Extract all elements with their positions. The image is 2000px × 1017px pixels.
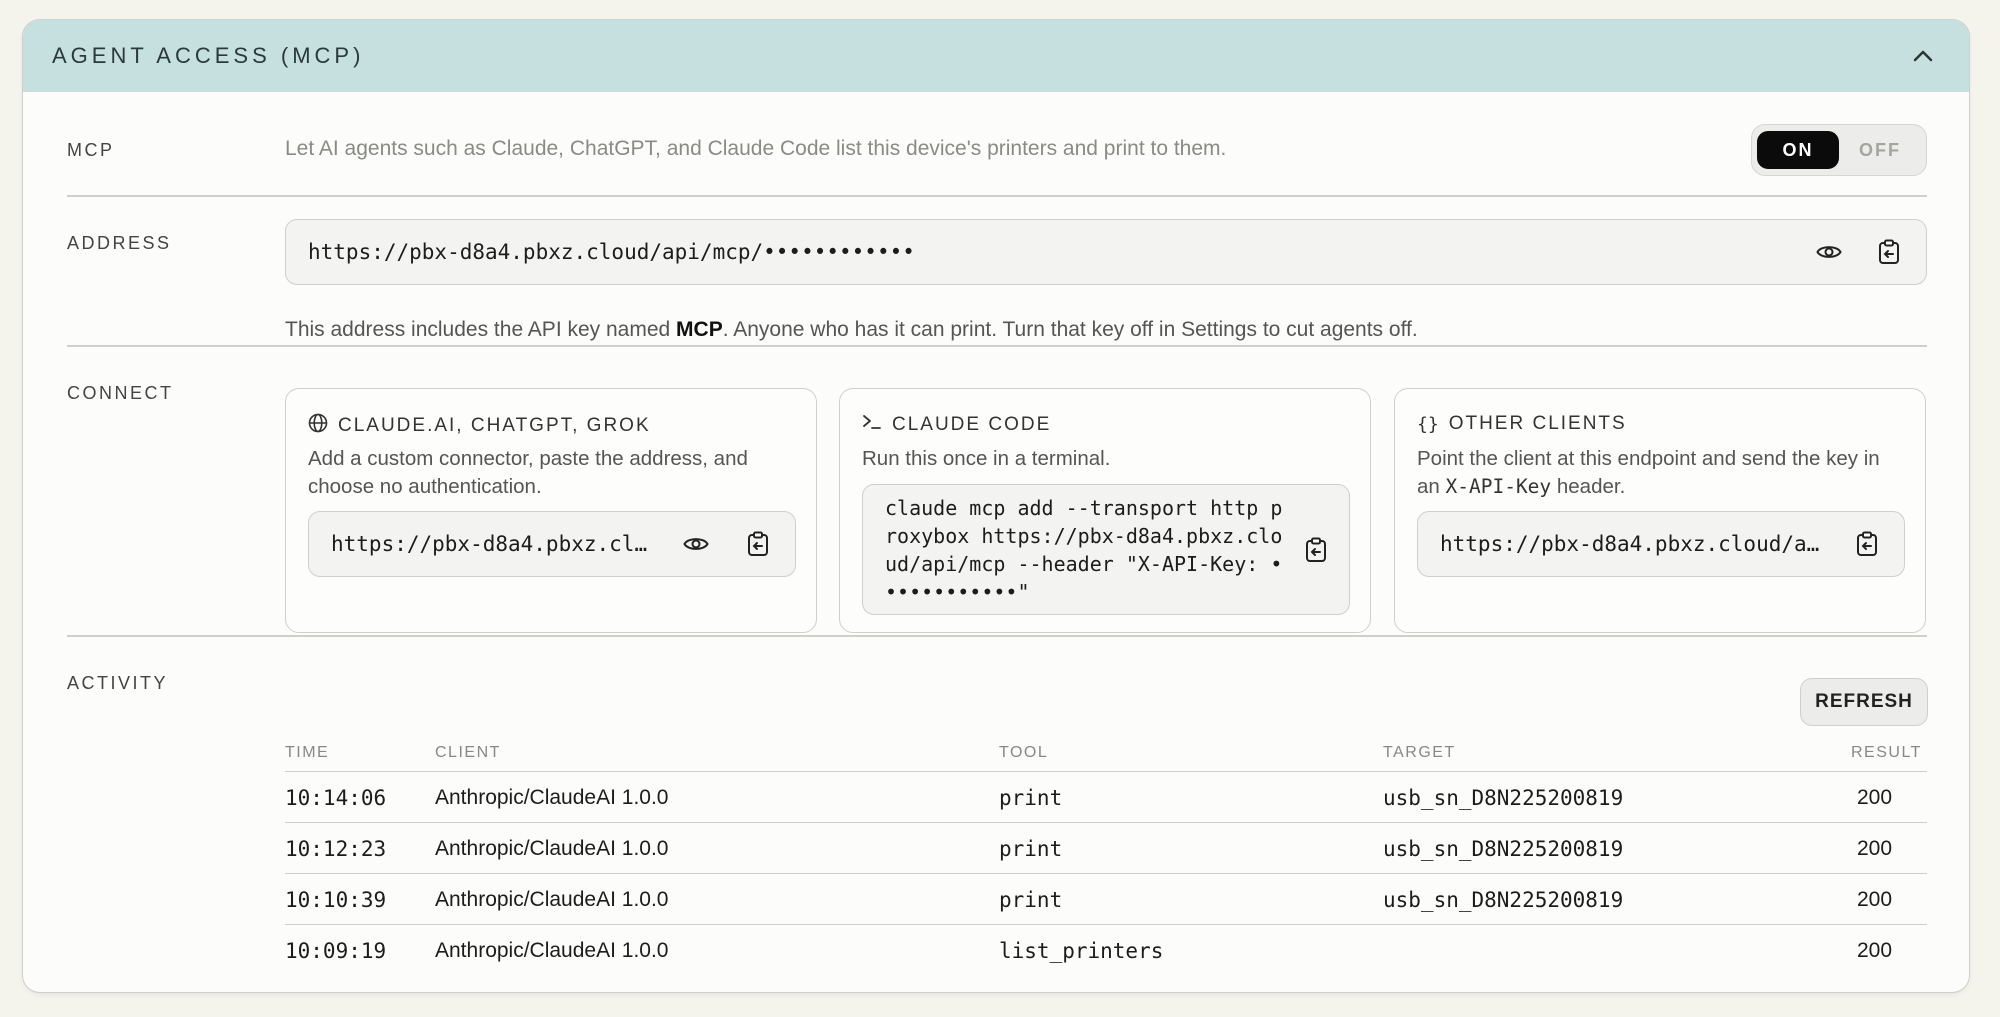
cell-tool: print xyxy=(999,786,1063,810)
copy-icon[interactable] xyxy=(1852,529,1882,559)
copy-icon[interactable] xyxy=(1874,237,1904,267)
card-title: OTHER CLIENTS xyxy=(1448,413,1627,434)
address-note: This address includes the API key named … xyxy=(285,318,1418,342)
address-note-prefix: This address includes the API key named xyxy=(285,318,677,341)
connect-label: CONNECT xyxy=(67,383,174,403)
toggle-on-option[interactable]: ON xyxy=(1757,131,1839,169)
address-note-key: MCP xyxy=(676,318,723,341)
connect-card-web: CLAUDE.AI, CHATGPT, GROK Add a custom co… xyxy=(285,388,817,633)
command-code-block[interactable]: claude mcp add --transport http proxybox… xyxy=(862,484,1350,615)
command-text[interactable]: claude mcp add --transport http proxybox… xyxy=(885,494,1285,606)
activity-table: TIME CLIENT TOOL TARGET RESULT 10:14:06 … xyxy=(285,740,1927,976)
table-header: TIME CLIENT TOOL TARGET RESULT xyxy=(285,740,1927,772)
cell-time: 10:09:19 xyxy=(285,939,387,963)
column-header: RESULT xyxy=(1851,744,1922,761)
refresh-button[interactable]: REFRESH xyxy=(1800,678,1928,726)
endpoint-url-value[interactable]: https://pbx-d8a4.pbxz.cloud/api/mcp xyxy=(1440,532,1828,556)
endpoint-url-field[interactable]: https://pbx-d8a4.pbxz.cloud/api/mcp xyxy=(1417,511,1905,577)
cell-time: 10:14:06 xyxy=(285,786,387,810)
cell-tool: list_printers xyxy=(999,939,1164,963)
address-note-suffix: . Anyone who has it can print. Turn that… xyxy=(722,318,1418,341)
cell-target: usb_sn_D8N225200819 xyxy=(1383,786,1624,810)
eye-icon[interactable] xyxy=(1814,237,1844,267)
cell-target: usb_sn_D8N225200819 xyxy=(1383,837,1624,861)
column-header: CLIENT xyxy=(435,744,501,761)
cell-target: usb_sn_D8N225200819 xyxy=(1383,888,1624,912)
card-title: CLAUDE CODE xyxy=(892,413,1052,435)
card-head: {} OTHER CLIENTS xyxy=(1417,413,1627,435)
connector-url-value[interactable]: https://pbx-d8a4.pbxz.cloud/api/mcp/••••… xyxy=(331,532,657,556)
cell-client: Anthropic/ClaudeAI 1.0.0 xyxy=(435,939,669,962)
copy-icon[interactable] xyxy=(743,529,773,559)
mcp-label: MCP xyxy=(67,140,115,160)
column-header: TOOL xyxy=(999,744,1049,761)
cell-client: Anthropic/ClaudeAI 1.0.0 xyxy=(435,786,669,809)
address-value[interactable]: https://pbx-d8a4.pbxz.cloud/api/mcp/••••… xyxy=(308,240,1814,264)
cell-time: 10:12:23 xyxy=(285,837,387,861)
table-row: 10:10:39 Anthropic/ClaudeAI 1.0.0 print … xyxy=(285,874,1927,925)
card-head: CLAUDE.AI, CHATGPT, GROK xyxy=(308,413,651,438)
divider xyxy=(67,345,1927,347)
chevron-up-icon[interactable] xyxy=(1907,40,1939,72)
toggle-off-option[interactable]: OFF xyxy=(1839,131,1921,169)
card-description: Point the client at this endpoint and se… xyxy=(1417,445,1907,501)
cell-tool: print xyxy=(999,837,1063,861)
eye-icon[interactable] xyxy=(681,529,711,559)
globe-icon xyxy=(308,413,328,438)
mcp-description: Let AI agents such as Claude, ChatGPT, a… xyxy=(285,137,1227,160)
copy-icon[interactable] xyxy=(1301,535,1331,565)
cell-time: 10:10:39 xyxy=(285,888,387,912)
connector-url-field[interactable]: https://pbx-d8a4.pbxz.cloud/api/mcp/••••… xyxy=(308,511,796,577)
panel-title: AGENT ACCESS (MCP) xyxy=(52,43,365,68)
panel-header[interactable]: AGENT ACCESS (MCP) xyxy=(23,20,1969,92)
card-description-suffix: header. xyxy=(1551,475,1626,498)
card-head: CLAUDE CODE xyxy=(862,413,1051,436)
agent-access-panel: AGENT ACCESS (MCP) MCP Let AI agents suc… xyxy=(22,19,1970,993)
card-description: Add a custom connector, paste the addres… xyxy=(308,447,748,498)
cell-result: 200 xyxy=(1857,837,1893,860)
connect-card-other: {} OTHER CLIENTS Point the client at thi… xyxy=(1394,388,1926,633)
terminal-icon xyxy=(862,413,882,436)
column-header: TIME xyxy=(285,744,330,761)
cell-client: Anthropic/ClaudeAI 1.0.0 xyxy=(435,888,669,911)
divider xyxy=(67,195,1927,197)
activity-label: ACTIVITY xyxy=(67,673,169,693)
cell-tool: print xyxy=(999,888,1063,912)
table-row: 10:09:19 Anthropic/ClaudeAI 1.0.0 list_p… xyxy=(285,925,1927,976)
cell-client: Anthropic/ClaudeAI 1.0.0 xyxy=(435,837,669,860)
cell-result: 200 xyxy=(1857,888,1893,911)
column-header: TARGET xyxy=(1383,744,1456,761)
cell-result: 200 xyxy=(1857,786,1893,809)
table-row: 10:14:06 Anthropic/ClaudeAI 1.0.0 print … xyxy=(285,772,1927,823)
mcp-toggle[interactable]: ON OFF xyxy=(1751,124,1927,176)
header-name-code: X-API-Key xyxy=(1445,475,1552,498)
cell-result: 200 xyxy=(1857,939,1893,962)
braces-icon: {} xyxy=(1417,413,1439,435)
card-description: Run this once in a terminal. xyxy=(862,447,1111,470)
card-title: CLAUDE.AI, CHATGPT, GROK xyxy=(338,414,651,436)
address-label: ADDRESS xyxy=(67,233,172,253)
address-field[interactable]: https://pbx-d8a4.pbxz.cloud/api/mcp/••••… xyxy=(285,219,1927,285)
connect-card-claude-code: CLAUDE CODE Run this once in a terminal.… xyxy=(839,388,1371,633)
table-row: 10:12:23 Anthropic/ClaudeAI 1.0.0 print … xyxy=(285,823,1927,874)
divider xyxy=(67,635,1927,637)
